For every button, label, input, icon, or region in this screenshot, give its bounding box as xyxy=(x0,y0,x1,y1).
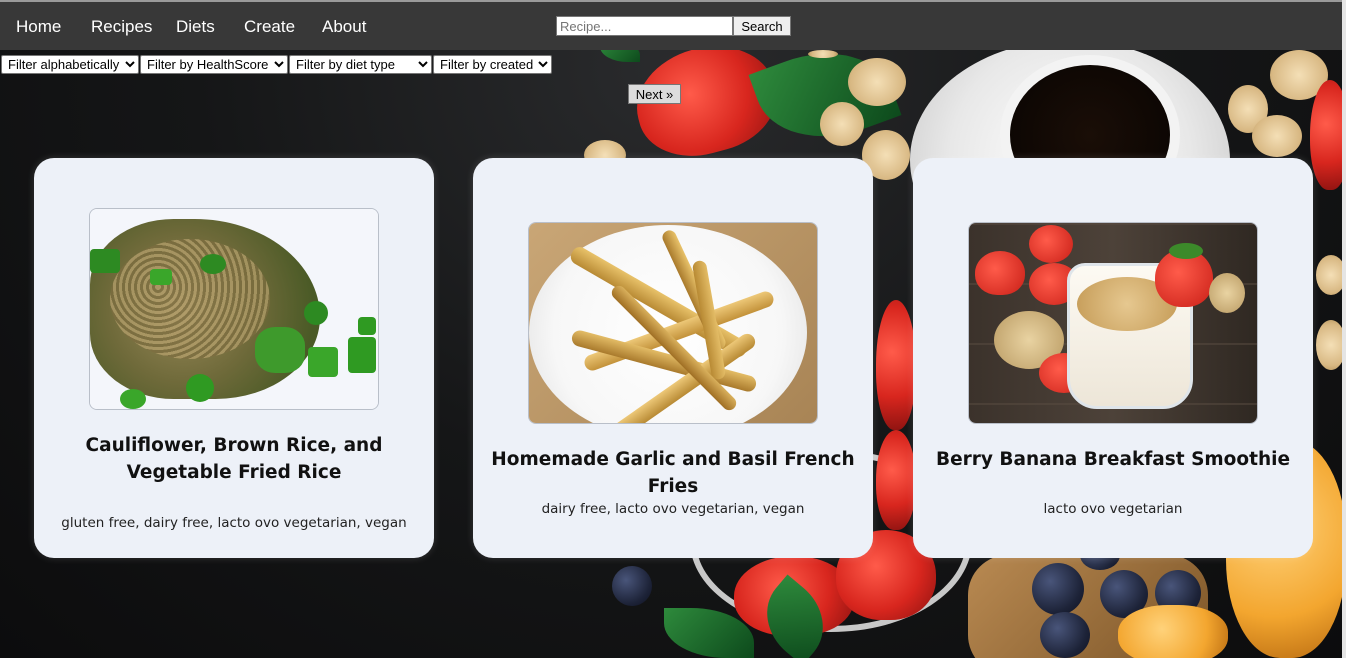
nav-link-about[interactable]: About xyxy=(322,17,366,37)
recipe-diets: gluten free, dairy free, lacto ovo veget… xyxy=(61,515,407,531)
fried-rice-photo xyxy=(89,208,379,410)
nav-link-create[interactable]: Create xyxy=(244,17,295,37)
next-page-button[interactable]: Next » xyxy=(628,84,681,104)
recipe-diets: dairy free, lacto ovo vegetarian, vegan xyxy=(541,501,805,517)
filter-healthscore-select[interactable]: Filter by HealthScore xyxy=(140,55,288,74)
french-fries-photo xyxy=(528,222,818,424)
recipe-diets: lacto ovo vegetarian xyxy=(1043,501,1183,517)
filter-alphabetical-select[interactable]: Filter alphabetically xyxy=(1,55,139,74)
nav-link-recipes[interactable]: Recipes xyxy=(91,17,152,37)
recipe-title: Homemade Garlic and Basil French Fries xyxy=(491,449,855,497)
filter-created-select[interactable]: Filter by created xyxy=(433,55,552,74)
filter-diet-type-select[interactable]: Filter by diet type xyxy=(289,55,432,74)
nav-link-home[interactable]: Home xyxy=(16,17,61,37)
recipe-card[interactable]: Cauliflower, Brown Rice, and Vegetable F… xyxy=(34,158,434,558)
recipe-title: Cauliflower, Brown Rice, and Vegetable F… xyxy=(85,435,383,483)
scrollbar[interactable] xyxy=(1342,0,1346,658)
navbar: Home Recipes Diets Create About Search xyxy=(0,0,1342,50)
search-button[interactable]: Search xyxy=(733,16,791,36)
nav-link-diets[interactable]: Diets xyxy=(176,17,215,37)
smoothie-photo xyxy=(968,222,1258,424)
recipe-card[interactable]: Berry Banana Breakfast Smoothie lacto ov… xyxy=(913,158,1313,558)
recipe-card[interactable]: Homemade Garlic and Basil French Fries d… xyxy=(473,158,873,558)
recipe-title: Berry Banana Breakfast Smoothie xyxy=(935,449,1291,470)
search-input[interactable] xyxy=(556,16,733,36)
